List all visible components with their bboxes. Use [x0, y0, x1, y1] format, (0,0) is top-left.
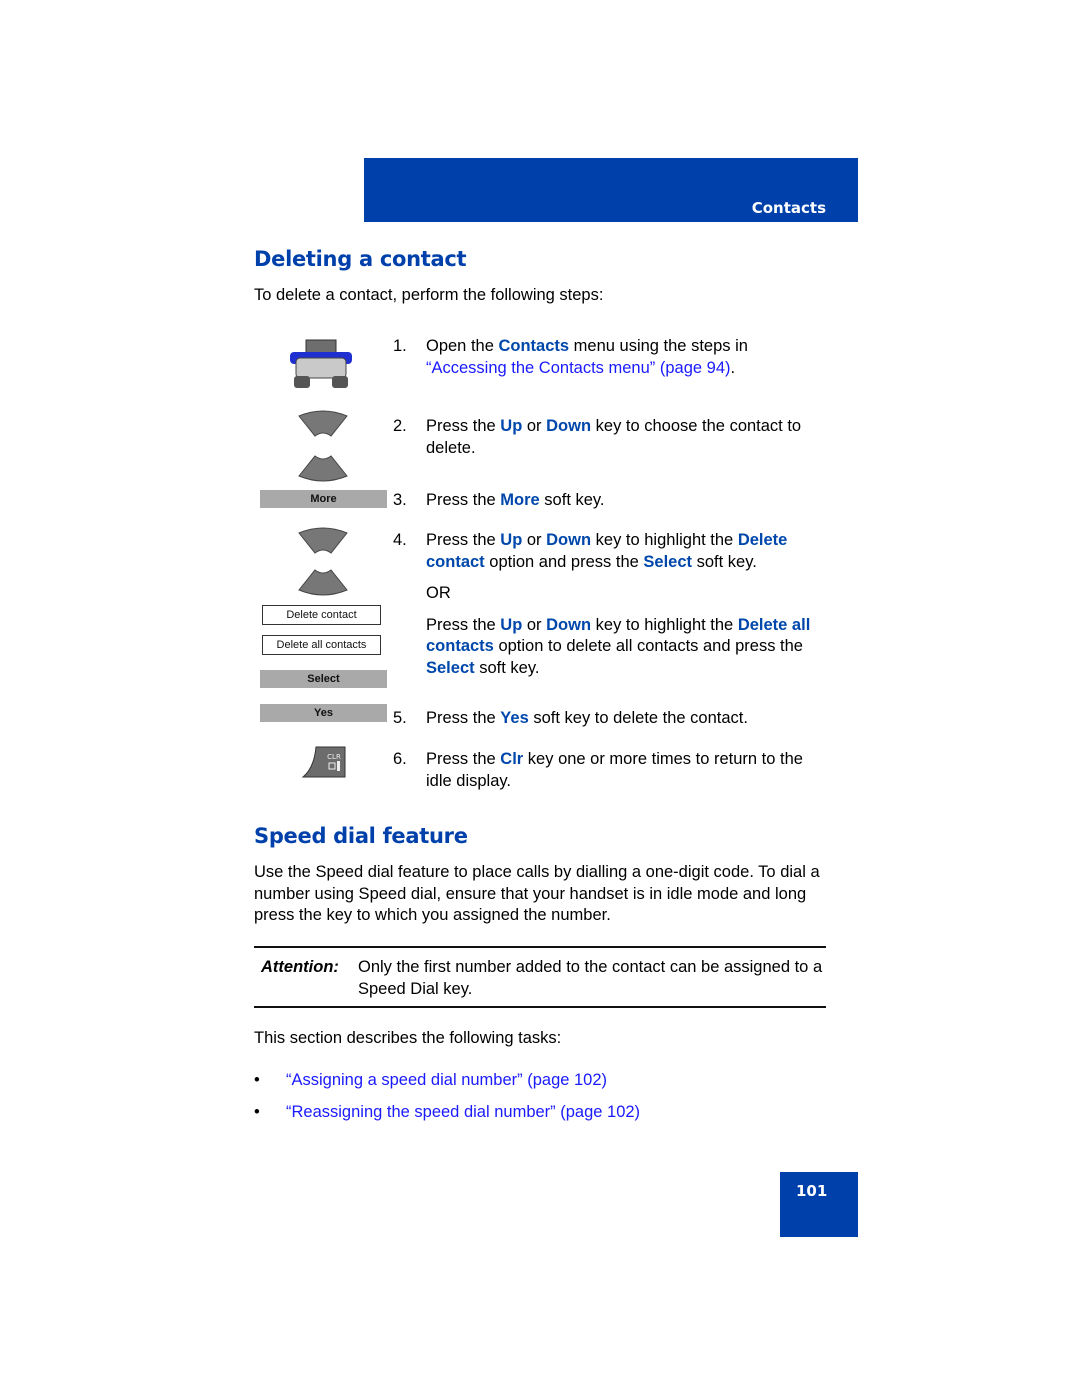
step-1: 1. Open the Contacts menu using the step… [393, 337, 748, 377]
speed-dial-intro: Use the Speed dial feature to place call… [254, 863, 820, 924]
softkey-yes: Yes [260, 704, 387, 722]
step-6: 6. Press the Clr key one or more times t… [393, 750, 803, 790]
menu-option-delete-contact: Delete contact [262, 605, 381, 625]
step-4-alternative: Press the Up or Down key to highlight th… [426, 615, 811, 677]
softkey-more: More [260, 490, 387, 508]
tasks-intro: This section describes the following tas… [254, 1029, 562, 1047]
link-reassigning-speed-dial[interactable]: “Reassigning the speed dial number” (pag… [286, 1102, 640, 1124]
attention-bottom-rule [254, 1006, 826, 1008]
step-5: 5. Press the Yes soft key to delete the … [393, 709, 748, 727]
or-separator: OR [426, 584, 451, 602]
contacts-menu-icon [286, 336, 356, 392]
clr-key-icon: CLR [301, 746, 346, 778]
clr-key-label: CLR [327, 753, 341, 761]
softkey-select: Select [260, 670, 387, 688]
page-number: 101 [796, 1182, 828, 1200]
step-4: 4. Press the Up or Down key to highlight… [393, 530, 833, 679]
link-accessing-contacts-menu[interactable]: “Accessing the Contacts menu” (page 94) [426, 359, 731, 377]
deleting-intro: To delete a contact, perform the followi… [254, 286, 604, 304]
attention-text: Only the first number added to the conta… [358, 958, 823, 998]
up-key-icon [297, 527, 349, 555]
chapter-label: Contacts [751, 199, 826, 217]
down-key-icon [297, 568, 349, 596]
down-key-icon [297, 454, 349, 482]
link-assigning-speed-dial[interactable]: “Assigning a speed dial number” (page 10… [286, 1070, 607, 1092]
step-3: 3. Press the More soft key. [393, 491, 605, 509]
section-title-deleting: Deleting a contact [254, 247, 467, 271]
menu-option-delete-all: Delete all contacts [262, 635, 381, 655]
page-number-box: 101 [780, 1172, 858, 1237]
attention-top-rule [254, 946, 826, 948]
step-2: 2. Press the Up or Down key to choose th… [393, 417, 802, 457]
attention-label: Attention: [261, 958, 339, 976]
chapter-header-bar: Contacts [364, 158, 858, 222]
section-title-speed-dial: Speed dial feature [254, 824, 468, 848]
up-key-icon [297, 410, 349, 438]
